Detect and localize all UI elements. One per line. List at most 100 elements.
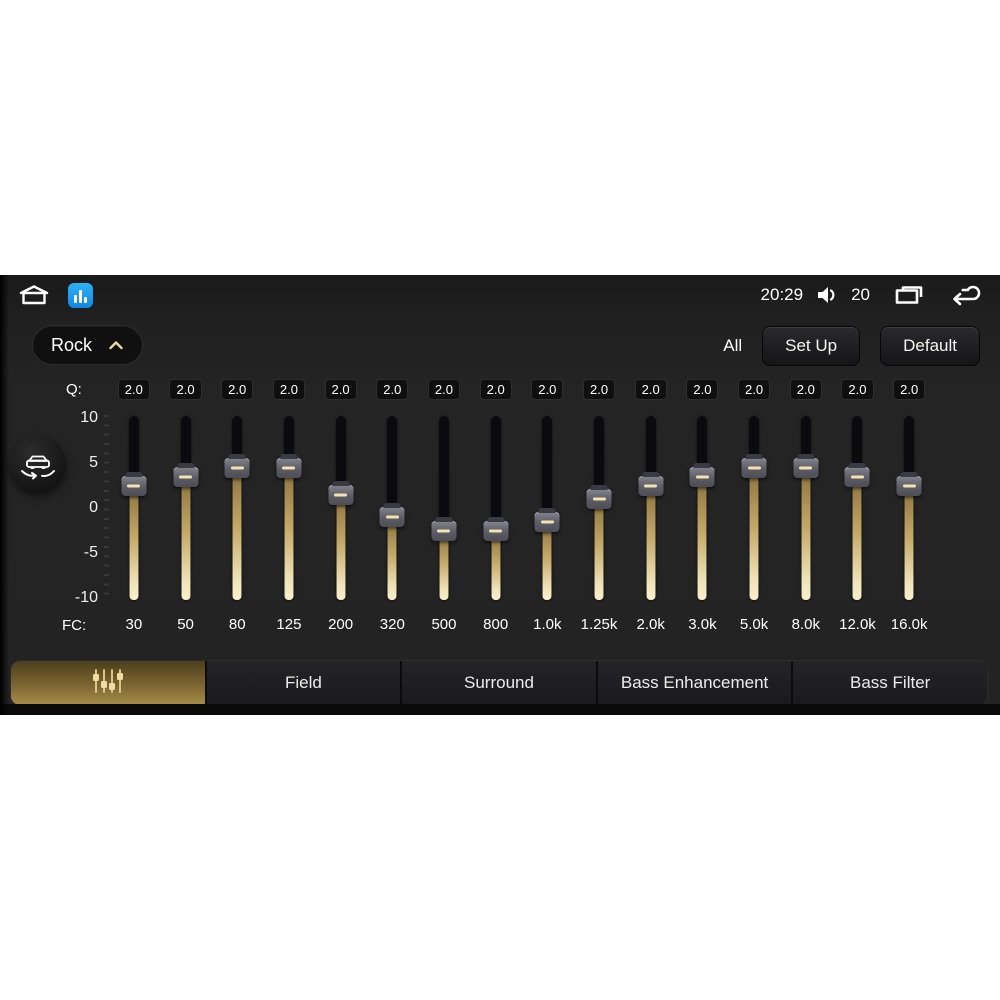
tab-bass-enhancement[interactable]: Bass Enhancement <box>597 661 794 705</box>
fc-value: 2.0k <box>636 616 665 633</box>
tab-label: Bass Enhancement <box>620 673 769 692</box>
slider-track-lower[interactable] <box>129 485 139 600</box>
q-value[interactable]: 2.0 <box>117 379 150 400</box>
eq-band <box>573 416 625 600</box>
slider-track-lower[interactable] <box>336 494 346 600</box>
car-surround-button[interactable] <box>10 436 66 492</box>
q-value[interactable]: 2.0 <box>893 379 926 400</box>
gain-axis-label: -10 <box>74 589 98 606</box>
q-value[interactable]: 2.0 <box>634 379 667 400</box>
home-icon[interactable] <box>16 283 52 307</box>
tab-bass-filter[interactable]: Bass Filter <box>793 661 987 705</box>
slider-handle[interactable] <box>328 480 354 505</box>
slider-handle[interactable] <box>844 462 870 487</box>
slider-track-lower[interactable] <box>181 476 191 600</box>
fc-value: 12.0k <box>839 616 876 633</box>
gain-axis-label: -5 <box>83 544 98 561</box>
eq-band <box>263 416 315 600</box>
eq-band <box>315 416 367 600</box>
q-value[interactable]: 2.0 <box>272 379 305 400</box>
recent-apps-icon[interactable] <box>893 284 925 306</box>
slider-track-lower[interactable] <box>284 467 294 600</box>
equalizer-sliders-icon <box>84 666 132 701</box>
slider-track-lower[interactable] <box>646 485 656 600</box>
q-value[interactable]: 2.0 <box>686 379 719 400</box>
fc-value: 3.0k <box>688 616 717 633</box>
set-up-button[interactable]: Set Up <box>762 326 861 366</box>
eq-band <box>522 416 574 600</box>
fc-value: 1.25k <box>580 616 618 633</box>
slider-handle[interactable] <box>224 453 250 478</box>
status-volume-level: 20 <box>851 285 870 304</box>
all-label[interactable]: All <box>723 336 742 356</box>
slider-track-lower[interactable] <box>542 521 552 600</box>
slider-track-lower[interactable] <box>904 485 914 600</box>
tab-label: Field <box>284 673 322 692</box>
slider-track-lower[interactable] <box>232 467 242 600</box>
q-value[interactable]: 2.0 <box>324 379 357 400</box>
slider-handle[interactable] <box>896 471 922 496</box>
fc-value: 16.0k <box>890 616 928 633</box>
fc-row-label: FC: <box>62 617 87 634</box>
q-value[interactable]: 2.0 <box>169 379 202 400</box>
eq-band <box>108 416 160 600</box>
fc-value: 1.0k <box>533 616 562 633</box>
q-value[interactable]: 2.0 <box>582 379 616 400</box>
tab-label: Bass Filter <box>850 673 931 692</box>
fc-value: 5.0k <box>739 616 769 633</box>
eq-band <box>832 416 884 600</box>
fc-value: 80 <box>228 616 246 633</box>
tab-equalizer[interactable] <box>11 661 207 705</box>
q-value[interactable]: 2.0 <box>376 379 409 400</box>
slider-handle[interactable] <box>638 471 664 496</box>
tab-surround[interactable]: Surround <box>402 661 598 705</box>
preset-label: Rock <box>51 334 93 355</box>
q-row-label: Q: <box>66 381 82 398</box>
bottom-strip <box>0 704 1000 715</box>
slider-handle[interactable] <box>379 503 405 527</box>
equalizer-app-icon[interactable] <box>68 282 93 308</box>
eq-band <box>728 416 780 600</box>
slider-handle[interactable] <box>534 507 560 532</box>
slider-handle[interactable] <box>741 453 767 478</box>
q-value[interactable]: 2.0 <box>531 379 564 400</box>
slider-handle[interactable] <box>483 516 509 541</box>
slider-track-lower[interactable] <box>594 499 604 600</box>
gain-axis-label: 10 <box>80 409 98 426</box>
fc-value: 30 <box>125 616 143 633</box>
slider-handle[interactable] <box>173 462 199 487</box>
slider-handle[interactable] <box>793 453 819 478</box>
q-value[interactable]: 2.0 <box>841 379 874 400</box>
fc-value: 200 <box>328 616 354 633</box>
bottom-tab-bar: Field Surround Bass Enhancement Bass Filter <box>10 660 988 706</box>
slider-track-lower[interactable] <box>387 517 397 600</box>
back-icon[interactable] <box>948 284 984 306</box>
q-value[interactable]: 2.0 <box>738 379 771 400</box>
fc-value: 800 <box>483 616 509 633</box>
q-value[interactable]: 2.0 <box>427 379 460 400</box>
slider-handle[interactable] <box>586 485 612 509</box>
slider-track-lower[interactable] <box>749 467 759 600</box>
status-bar: 20:29 20 <box>0 275 1000 315</box>
q-row-values: 2.0 2.0 2.0 2.0 2.0 2.0 2.0 2.0 2.0 2.0 2.0 2.0 2.0 2… <box>108 379 935 400</box>
chevron-up-icon <box>108 340 124 350</box>
q-value[interactable]: 2.0 <box>479 379 512 400</box>
tab-field[interactable]: Field <box>206 661 403 705</box>
slider-track-lower[interactable] <box>697 476 707 600</box>
gain-axis-label: 5 <box>89 454 98 471</box>
slider-track-lower[interactable] <box>491 530 501 600</box>
slider-handle[interactable] <box>276 453 302 478</box>
q-value[interactable]: 2.0 <box>221 379 254 400</box>
preset-selector[interactable]: Rock <box>32 325 144 365</box>
head-unit-screen: 20:29 20 Rock All Set Up Default Q: 2.0 … <box>0 275 1000 715</box>
slider-handle[interactable] <box>689 462 715 487</box>
slider-track-lower[interactable] <box>801 467 811 600</box>
fc-value: 500 <box>431 616 457 633</box>
q-value[interactable]: 2.0 <box>789 379 822 400</box>
default-button[interactable]: Default <box>880 326 980 366</box>
slider-handle[interactable] <box>431 516 457 541</box>
slider-handle[interactable] <box>121 471 147 496</box>
slider-track-lower[interactable] <box>439 530 449 600</box>
car-surround-icon <box>19 447 57 481</box>
slider-track-lower[interactable] <box>852 476 862 600</box>
